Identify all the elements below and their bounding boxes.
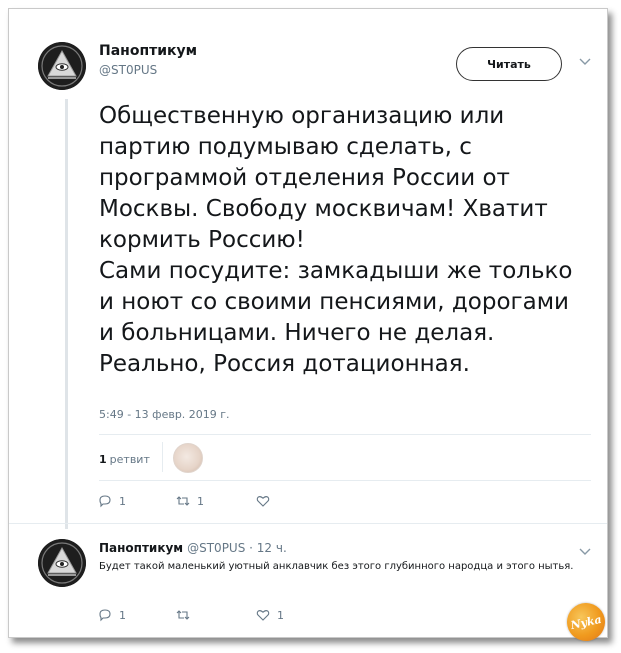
author-name[interactable]: Паноптикум [99,43,197,59]
like-button[interactable]: 1 [255,607,284,623]
stats-separator [162,442,163,472]
retweet-count: 1 [99,453,107,466]
divider [99,434,591,435]
author-handle[interactable]: @ST0PUS [99,63,157,77]
tweet-timestamp[interactable]: 5:49 - 13 февр. 2019 г. [99,408,230,421]
retweet-button[interactable] [175,607,255,623]
reply-button[interactable]: 1 [97,607,175,623]
chevron-down-icon[interactable] [579,55,591,69]
retweet-action-count: 1 [197,494,204,508]
retweet-icon [176,496,190,506]
retweet-icon [176,610,190,620]
reply-header: Паноптикум @ST0PUS · 12 ч. [99,541,287,555]
eye-pyramid-icon [38,539,86,587]
reply-author-avatar[interactable] [38,539,86,587]
like-count: 1 [277,608,284,622]
tweet-actions: 1 1 [97,493,277,509]
like-icon [256,496,270,507]
tweet-text: Общественную организацию или партию поду… [99,103,573,377]
reply-actions: 1 1 [97,607,284,623]
reply-count: 1 [119,494,126,508]
retweet-button[interactable]: 1 [175,493,255,509]
retweeter-avatar[interactable] [173,443,203,473]
divider [9,523,607,524]
divider [99,480,591,481]
retweet-stats[interactable]: 1 ретвит [99,453,150,466]
author-avatar[interactable] [38,42,86,90]
watermark-logo: Nyka [563,599,609,645]
reply-count: 1 [119,608,126,622]
thread-line [65,99,68,529]
reply-meta[interactable]: @ST0PUS · 12 ч. [187,541,287,555]
chevron-down-icon[interactable] [579,545,591,559]
like-icon [256,610,270,621]
reply-button[interactable]: 1 [97,493,175,509]
reply-author-name[interactable]: Паноптикум [99,541,183,555]
eye-pyramid-icon [38,42,86,90]
like-button[interactable] [255,493,277,509]
reply-text: Будет такой маленький уютный анклавчик б… [99,561,574,572]
retweet-label: ретвит [109,453,150,466]
follow-button[interactable]: Читать [456,47,562,81]
reply-icon [99,609,111,622]
reply-icon [99,495,111,508]
tweet-card: Паноптикум @ST0PUS Читать Общественную о… [8,8,609,645]
